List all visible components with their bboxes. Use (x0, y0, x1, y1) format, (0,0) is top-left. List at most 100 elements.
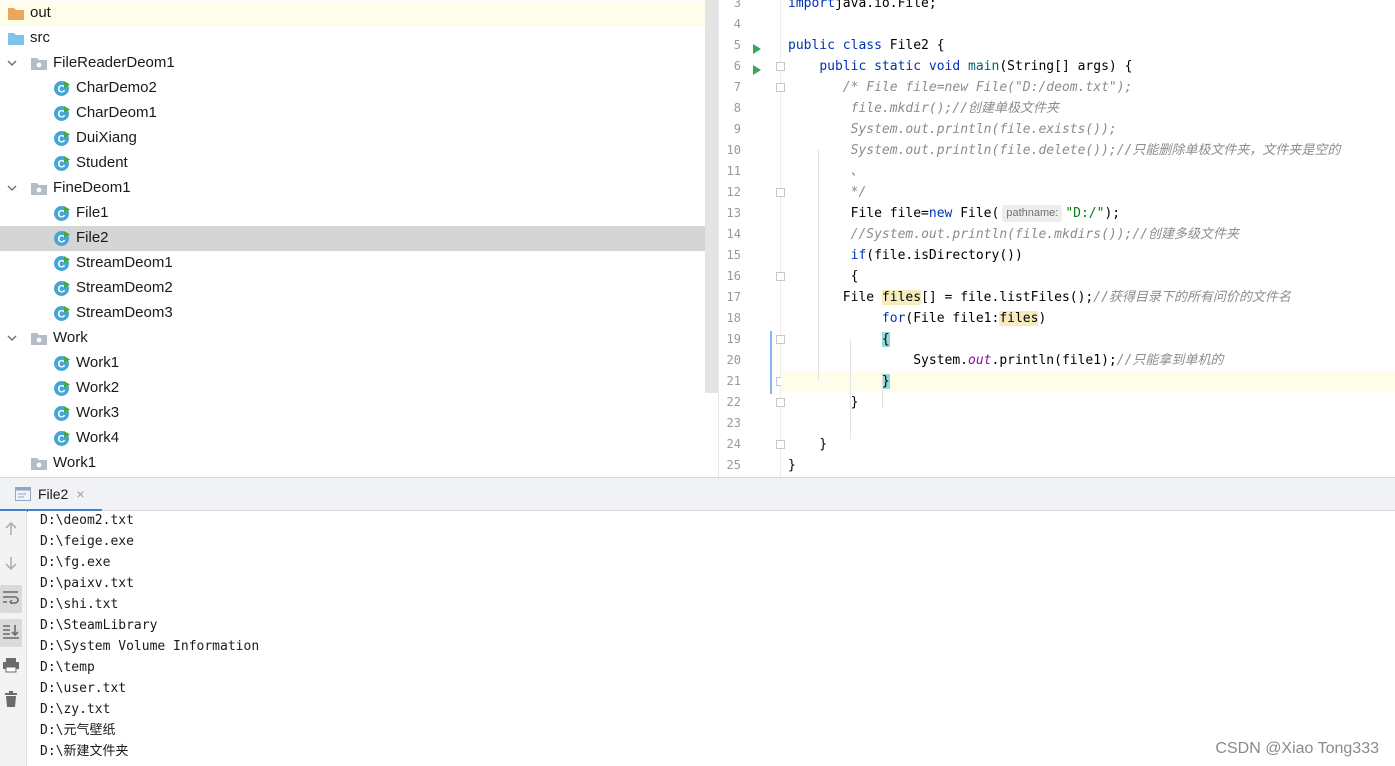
fold-marker-icon[interactable] (776, 83, 785, 92)
console-output[interactable]: D:\deom2.txt D:\feige.exe D:\fg.exe D:\paix… (28, 511, 1395, 766)
tree-item[interactable]: C CharDeom1 (0, 101, 705, 126)
code-token: public class (788, 38, 890, 53)
code-token: 、 (850, 164, 864, 179)
java-class-icon: C (53, 354, 71, 372)
java-class-icon: C (53, 429, 71, 447)
tree-item[interactable]: Work (0, 326, 705, 351)
code-line: System.out.println(file.delete());//只能删除… (788, 140, 1341, 161)
fold-marker-icon[interactable] (776, 272, 785, 281)
tree-item-label: out (30, 4, 51, 21)
soft-wrap-button[interactable] (0, 585, 22, 613)
code-token: File (788, 290, 882, 305)
tree-item[interactable]: C Work2 (0, 376, 705, 401)
project-tree[interactable]: out src FileReaderDeom1 C CharDemo2 C CharDeom… (0, 0, 705, 477)
scroll-to-end-button[interactable] (0, 619, 22, 647)
code-token: if (850, 248, 867, 263)
console-line: D:\新建文件夹 (40, 744, 129, 759)
console-line: D:\shi.txt (40, 597, 119, 612)
trash-button[interactable] (0, 687, 22, 715)
code-token: out (968, 353, 992, 368)
tree-item[interactable]: C Work3 (0, 401, 705, 426)
tree-item-label: Work2 (76, 379, 120, 396)
code-token: "D:/" (1065, 206, 1105, 221)
chevron-down-icon[interactable] (6, 57, 18, 69)
indent-guide (882, 376, 883, 408)
code-token: ) (1038, 311, 1047, 326)
tree-item[interactable]: FineDeom1 (0, 176, 705, 201)
line-number: 4 (733, 17, 741, 31)
tree-item-label: StreamDeom3 (76, 304, 173, 321)
up-arrow-icon (3, 521, 19, 542)
code-token: (file.isDirectory()) (866, 248, 1023, 263)
up-arrow-button[interactable] (0, 517, 22, 545)
line-number: 21 (726, 374, 741, 388)
line-number: 8 (733, 101, 741, 115)
tree-item[interactable]: C CharDemo2 (0, 76, 705, 101)
line-number: 12 (726, 185, 741, 199)
code-editor[interactable]: 3 4 5 6 7 8 9 10 11 12 13 14 15 16 17 18 19 20 21 22 23 24 25 … (718, 0, 1395, 477)
project-tree-scrollbar[interactable] (705, 0, 718, 393)
tree-item-label: StreamDeom1 (76, 254, 173, 271)
code-token: System.out.println(file.exists()); (850, 122, 1117, 137)
tree-item[interactable]: C Work1 (0, 351, 705, 376)
code-line: File files[] = file.listFiles();//获得目录下的… (788, 287, 1291, 308)
line-number: 25 (726, 458, 741, 472)
vcs-change-marker[interactable] (770, 331, 772, 394)
console-line: D:\SteamLibrary (40, 618, 158, 633)
tree-item[interactable]: FileReaderDeom1 (0, 51, 705, 76)
code-line: { (788, 266, 859, 287)
fold-marker-icon[interactable] (776, 335, 785, 344)
java-class-icon: C (53, 379, 71, 397)
code-token: (File file1: (905, 311, 1000, 326)
code-line: importjava.io.File; (788, 0, 937, 14)
chevron-down-icon[interactable] (6, 332, 18, 344)
console-line: D:\feige.exe (40, 534, 134, 549)
tree-item[interactable]: C File1 (0, 201, 705, 226)
tree-item-label: Work1 (53, 454, 97, 471)
line-number: 23 (726, 416, 741, 430)
tree-item-label: src (30, 29, 50, 46)
code-token: File( (960, 206, 1000, 221)
tree-item-label: Work (53, 329, 88, 346)
run-icon[interactable] (752, 62, 762, 75)
tree-item[interactable]: src (0, 26, 705, 51)
close-icon[interactable]: × (76, 486, 84, 502)
code-line: public class File2 { (788, 35, 945, 56)
run-tab-file2[interactable]: File2 × (0, 478, 102, 512)
scroll-to-end-icon (2, 623, 20, 644)
console-line: D:\paixv.txt (40, 576, 134, 591)
indent-guide (818, 150, 819, 381)
console-line: D:\deom2.txt (40, 513, 134, 528)
run-icon[interactable] (752, 41, 762, 54)
tree-item[interactable]: C StreamDeom2 (0, 276, 705, 301)
tree-item[interactable]: C Work4 (0, 426, 705, 451)
code-line: if(file.isDirectory()) (788, 245, 1023, 266)
console-line: D:\user.txt (40, 681, 127, 696)
fold-marker-icon[interactable] (776, 188, 785, 197)
tree-item[interactable]: out (0, 1, 705, 26)
fold-marker-icon[interactable] (776, 440, 785, 449)
fold-marker-icon[interactable] (776, 398, 785, 407)
soft-wrap-icon (2, 589, 20, 610)
print-button[interactable] (0, 653, 22, 681)
tree-item[interactable]: Work1 (0, 451, 705, 476)
tree-item[interactable]: C DuiXiang (0, 126, 705, 151)
code-line: file.mkdir();//创建单极文件夹 (788, 98, 1059, 119)
tree-item[interactable]: C File2 (0, 226, 705, 251)
code-token: */ (850, 185, 867, 200)
tree-item[interactable]: C Student (0, 151, 705, 176)
editor-gutter: 3 4 5 6 7 8 9 10 11 12 13 14 15 16 17 18 19 20 21 22 23 24 25 (719, 0, 781, 477)
code-token: public static void (819, 59, 969, 74)
chevron-down-icon[interactable] (6, 182, 18, 194)
package-icon (30, 54, 48, 72)
code-line: //System.out.println(file.mkdirs());//创建… (788, 224, 1239, 245)
down-arrow-button[interactable] (0, 551, 22, 579)
tree-item[interactable]: C StreamDeom3 (0, 301, 705, 326)
fold-marker-icon[interactable] (776, 62, 785, 71)
tree-item[interactable]: C StreamDeom1 (0, 251, 705, 276)
console-line: D:\元气壁纸 (40, 723, 116, 738)
code-line: */ (788, 182, 867, 203)
